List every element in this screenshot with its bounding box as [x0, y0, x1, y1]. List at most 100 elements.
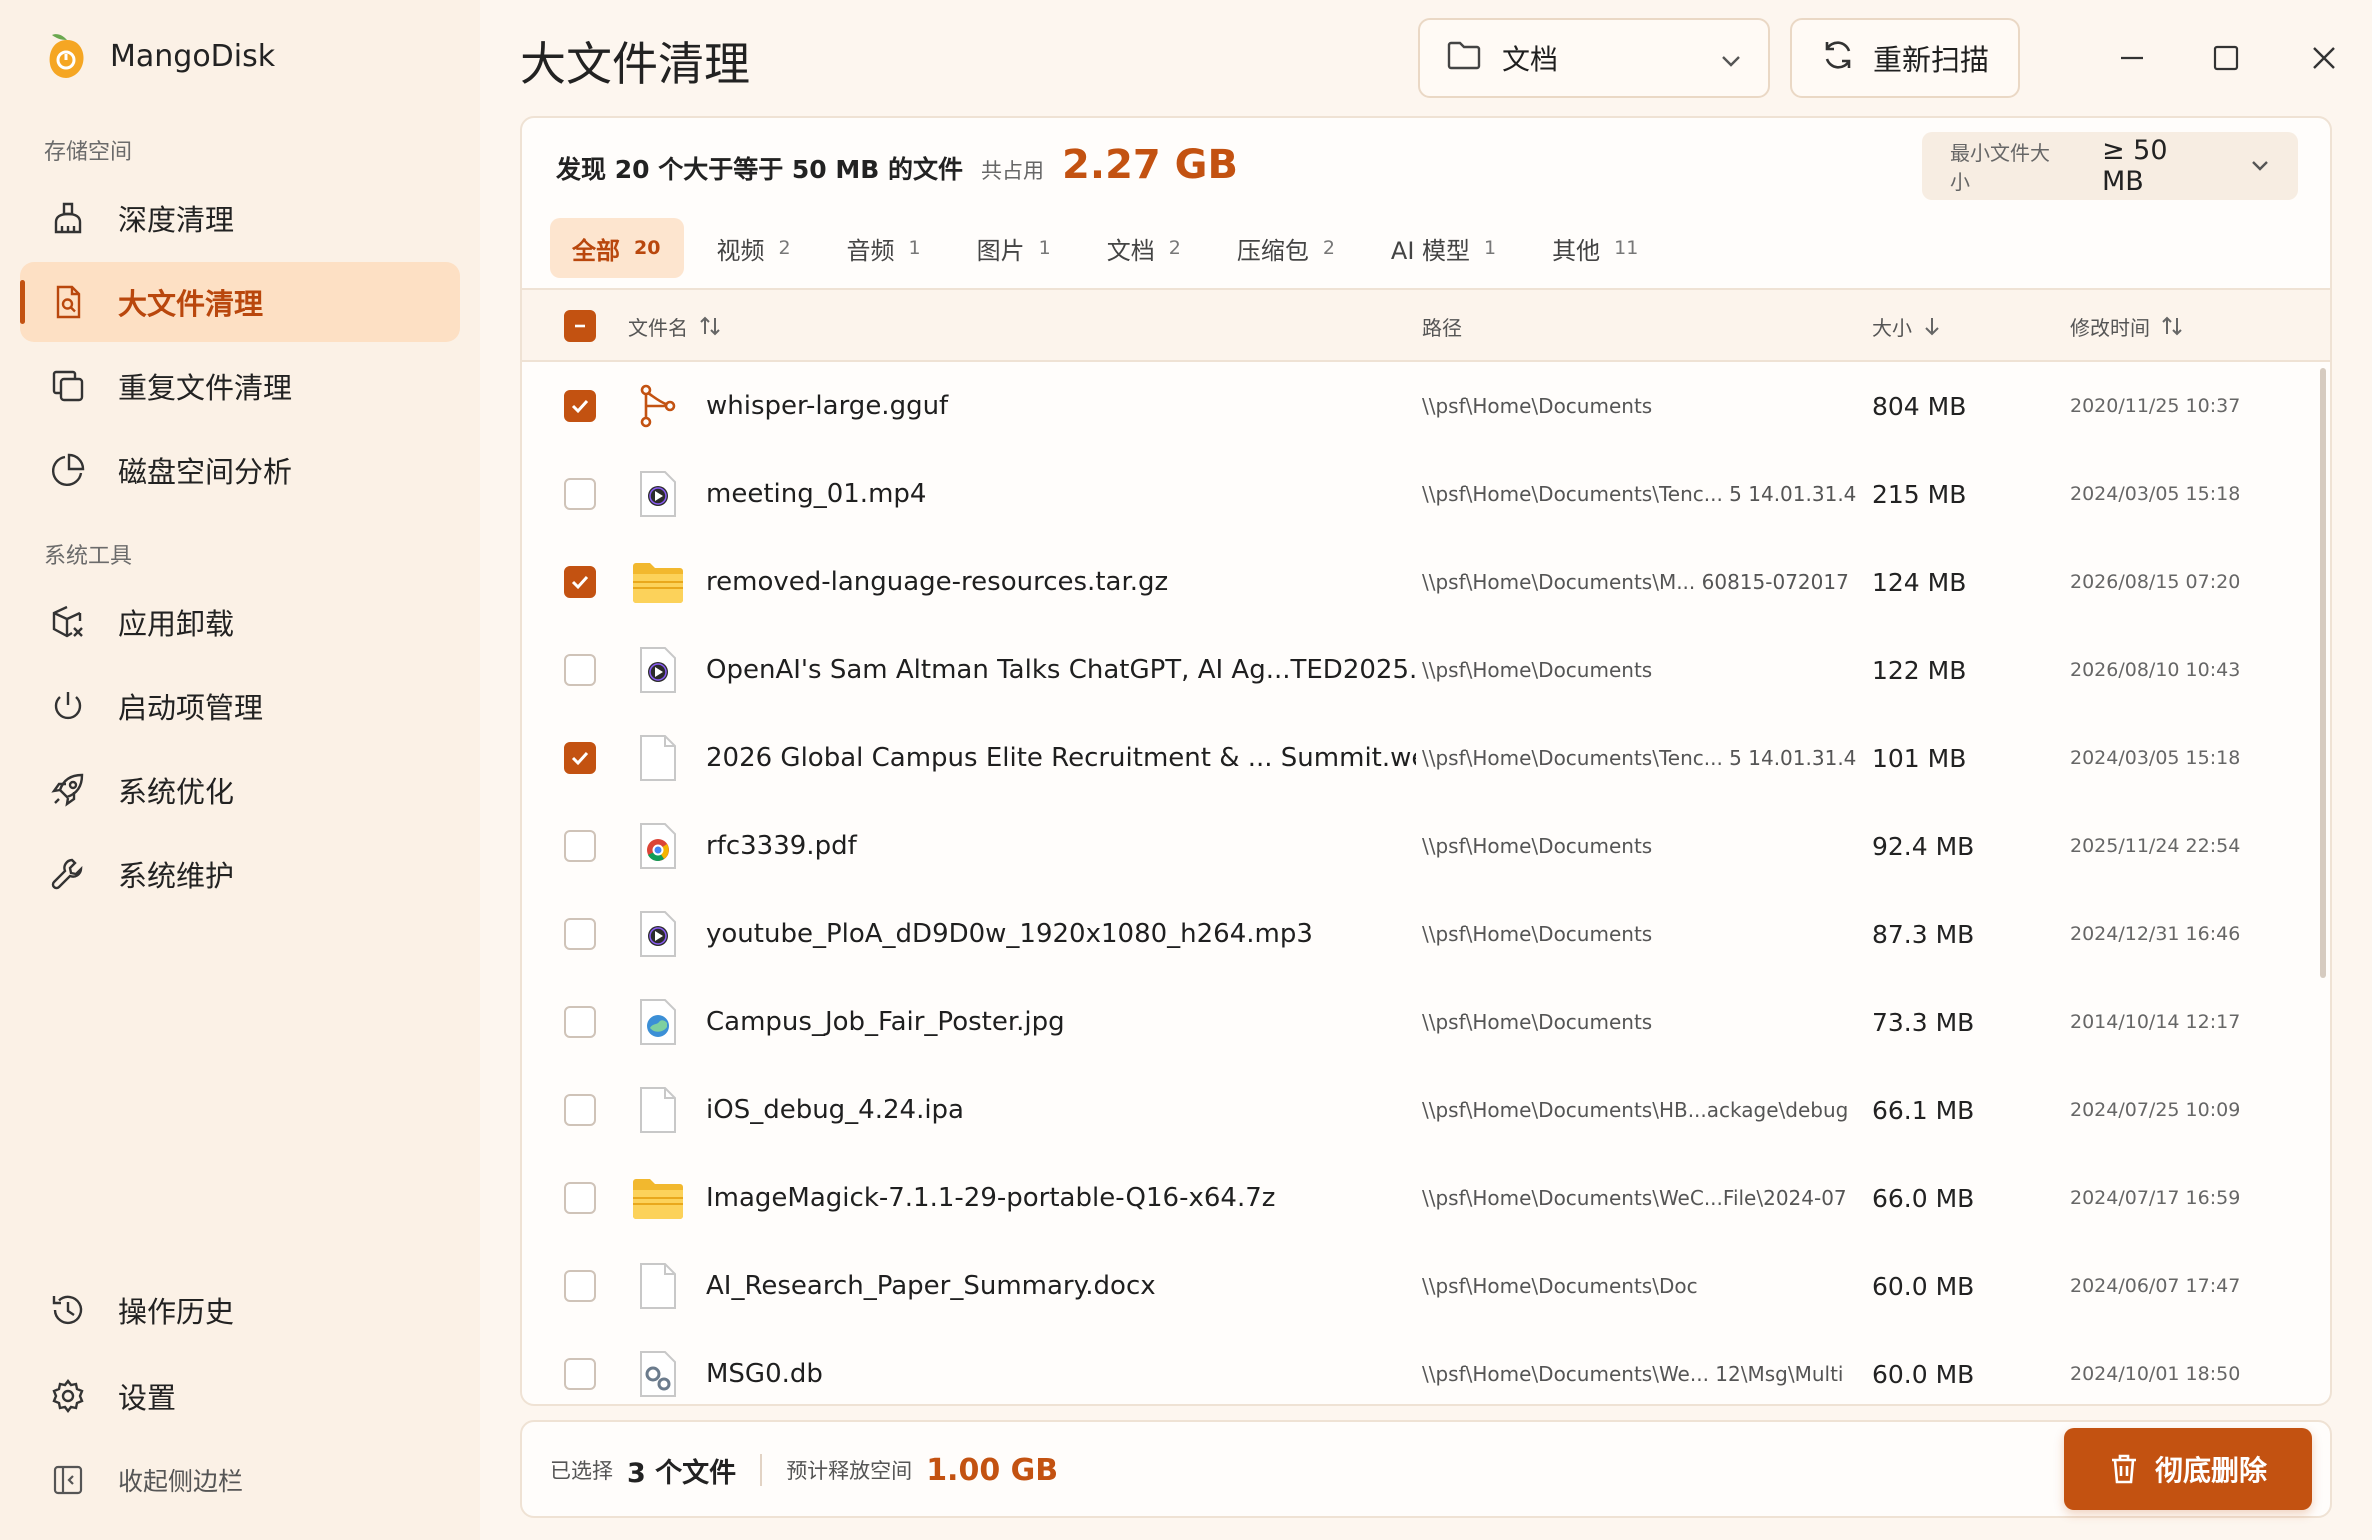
tab-all[interactable]: 全部 20: [550, 218, 685, 278]
maximize-button[interactable]: [2198, 30, 2254, 86]
collapse-sidebar-button[interactable]: 收起侧边栏: [20, 1450, 460, 1510]
file-name: youtube_PloA_dD9D0w_1920x1080_h264.mp3: [706, 919, 1313, 949]
row-checkbox[interactable]: [564, 626, 596, 714]
file-path: \\psf\Home\Documents\We... 12\Msg\Multi: [1422, 1362, 1844, 1386]
power-icon: [48, 686, 88, 726]
trash-icon: [2111, 1454, 2136, 1484]
sidebar-item-large-file[interactable]: 大文件清理: [20, 262, 460, 342]
file-path: \\psf\Home\Documents\HB...ackage\debug: [1422, 1098, 1849, 1122]
file-name: OpenAI's Sam Altman Talks ChatGPT, AI Ag…: [706, 655, 1416, 685]
tab-label: 全部: [572, 236, 620, 265]
row-checkbox[interactable]: [564, 802, 596, 890]
row-checkbox[interactable]: [564, 1154, 596, 1242]
file-name: ImageMagick-7.1.1-29-portable-Q16-x64.7z: [706, 1183, 1276, 1213]
file-name: MSG0.db: [706, 1359, 823, 1389]
checkbox-unchecked-icon: [564, 1006, 596, 1038]
file-modified: 2024/12/31 16:46: [2070, 923, 2241, 945]
sidebar-item-settings[interactable]: 设置: [20, 1356, 460, 1436]
table-row[interactable]: ImageMagick-7.1.1-29-portable-Q16-x64.7z…: [522, 1154, 2330, 1242]
tab-ai-model[interactable]: AI 模型 1: [1369, 218, 1520, 278]
file-path: \\psf\Home\Documents\M... 60815-072017: [1422, 570, 1849, 594]
row-checkbox[interactable]: [564, 1242, 596, 1330]
checkbox-unchecked-icon: [564, 918, 596, 950]
sidebar-item-history[interactable]: 操作历史: [20, 1270, 460, 1350]
table-row[interactable]: youtube_PloA_dD9D0w_1920x1080_h264.mp3 \\…: [522, 890, 2330, 978]
sidebar-item-duplicate[interactable]: 重复文件清理: [20, 346, 460, 426]
table-row[interactable]: OpenAI's Sam Altman Talks ChatGPT, AI Ag…: [522, 626, 2330, 714]
selected-label: 已选择: [550, 1459, 613, 1483]
sidebar-item-optimize[interactable]: 系统优化: [20, 750, 460, 830]
file-name: 2026 Global Campus Elite Recruitment & .…: [706, 743, 1416, 773]
file-size: 124 MB: [1872, 567, 1967, 597]
file-size: 101 MB: [1872, 743, 1967, 773]
tab-count: 1: [908, 237, 921, 259]
sidebar-item-uninstall[interactable]: 应用卸载: [20, 582, 460, 662]
sidebar-item-startup[interactable]: 启动项管理: [20, 666, 460, 746]
table-row[interactable]: removed-language-resources.tar.gz \\psf\H…: [522, 538, 2330, 626]
table-row[interactable]: AI_Research_Paper_Summary.docx \\psf\Home…: [522, 1242, 2330, 1330]
tab-audio[interactable]: 音频 1: [825, 218, 945, 278]
table-row[interactable]: Campus_Job_Fair_Poster.jpg \\psf\Home\Doc…: [522, 978, 2330, 1066]
file-size: 60.0 MB: [1872, 1359, 1975, 1389]
folder-select[interactable]: 文档: [1418, 18, 1770, 98]
delete-button[interactable]: 彻底删除: [2064, 1428, 2312, 1510]
tab-archive[interactable]: 压缩包 2: [1215, 218, 1359, 278]
table-row[interactable]: meeting_01.mp4 \\psf\Home\Documents\Tenc.…: [522, 450, 2330, 538]
close-button[interactable]: [2296, 30, 2352, 86]
sort-icon: [2162, 316, 2182, 336]
free-space-value: 1.00 GB: [926, 1452, 1059, 1488]
file-name: rfc3339.pdf: [706, 831, 857, 861]
row-checkbox[interactable]: [564, 978, 596, 1066]
sidebar-collapse-icon: [48, 1460, 88, 1500]
column-size[interactable]: 大小: [1872, 290, 1942, 362]
sidebar-item-disk-analysis[interactable]: 磁盘空间分析: [20, 430, 460, 510]
column-modified[interactable]: 修改时间: [2070, 290, 2184, 362]
checkbox-indeterminate-icon: [564, 310, 596, 342]
file-modified: 2025/11/24 22:54: [2070, 835, 2241, 857]
table-row[interactable]: rfc3339.pdf \\psf\Home\Documents 92.4 MB 20…: [522, 802, 2330, 890]
file-name: AI_Research_Paper_Summary.docx: [706, 1271, 1156, 1301]
rescan-button[interactable]: 重新扫描: [1790, 18, 2020, 98]
table-row[interactable]: MSG0.db \\psf\Home\Documents\We... 12\Msg…: [522, 1330, 2330, 1402]
tab-document[interactable]: 文档 2: [1085, 218, 1205, 278]
row-checkbox[interactable]: [564, 1330, 596, 1402]
sidebar-item-maintain[interactable]: 系统维护: [20, 834, 460, 914]
tab-video[interactable]: 视频 2: [694, 218, 814, 278]
column-size-label: 大小: [1872, 315, 1912, 340]
file-path: \\psf\Home\Documents: [1422, 394, 1653, 418]
select-all-checkbox[interactable]: [564, 290, 596, 362]
archive-icon: [630, 538, 686, 626]
scrollbar[interactable]: [2320, 368, 2326, 978]
tab-label: 文档: [1106, 236, 1155, 265]
app-name: MangoDisk: [110, 38, 276, 74]
table-row[interactable]: whisper-large.gguf \\psf\Home\Documents 80…: [522, 362, 2330, 450]
tab-count: 2: [778, 237, 791, 259]
row-checkbox[interactable]: [564, 538, 596, 626]
table-row[interactable]: 2026 Global Campus Elite Recruitment & .…: [522, 714, 2330, 802]
file-size: 87.3 MB: [1872, 919, 1975, 949]
row-checkbox[interactable]: [564, 890, 596, 978]
min-size-select[interactable]: 最小文件大小 ≥ 50 MB: [1922, 132, 2298, 200]
file-icon: [630, 714, 686, 802]
file-size: 66.1 MB: [1872, 1095, 1975, 1125]
tab-count: 11: [1614, 237, 1639, 259]
column-name[interactable]: 文件名: [628, 290, 722, 362]
sidebar-item-deep-clean[interactable]: 深度清理: [20, 178, 460, 258]
sort-icon: [700, 316, 720, 336]
table-row[interactable]: iOS_debug_4.24.ipa \\psf\Home\Documents\H…: [522, 1066, 2330, 1154]
row-checkbox[interactable]: [564, 450, 596, 538]
row-checkbox[interactable]: [564, 362, 596, 450]
file-path: \\psf\Home\Documents\Doc: [1422, 1274, 1698, 1298]
brand: MangoDisk: [44, 30, 275, 82]
sidebar-item-label: 磁盘空间分析: [118, 455, 293, 489]
sort-desc-icon: [1925, 318, 1939, 336]
scan-summary: 发现 20 个大于等于 50 MB 的文件 共占用 2.27 GB: [556, 142, 1238, 188]
row-checkbox[interactable]: [564, 1066, 596, 1154]
tab-image[interactable]: 图片 1: [955, 218, 1075, 278]
pdf-icon: [630, 802, 686, 890]
row-checkbox[interactable]: [564, 714, 596, 802]
free-space-label: 预计释放空间: [786, 1459, 913, 1483]
minimize-button[interactable]: [2104, 30, 2160, 86]
file-size: 92.4 MB: [1872, 831, 1975, 861]
tab-other[interactable]: 其他 11: [1530, 218, 1662, 278]
